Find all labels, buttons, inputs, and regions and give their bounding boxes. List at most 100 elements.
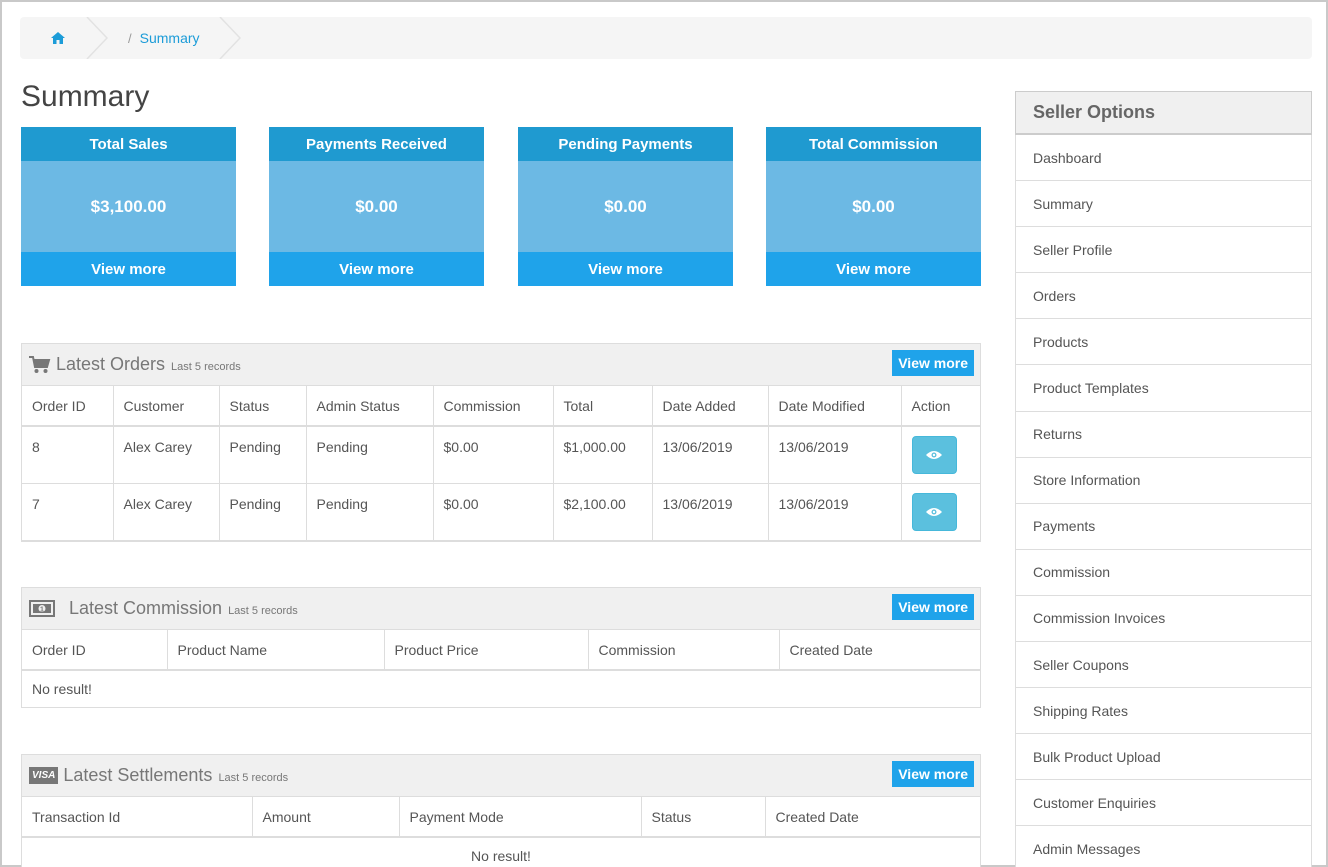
sidebar-item-returns[interactable]: Returns — [1015, 411, 1312, 458]
table-row: 8 Alex Carey Pending Pending $0.00 $1,00… — [22, 426, 980, 484]
cell-date-added: 13/06/2019 — [652, 426, 769, 484]
stat-view-more-link[interactable]: View more — [21, 252, 236, 286]
latest-settlements-panel: VISA Latest Settlements Last 5 records V… — [21, 754, 981, 867]
column-header: Product Name — [167, 630, 385, 671]
column-header: Amount — [252, 797, 400, 838]
sidebar-item-summary[interactable]: Summary — [1015, 181, 1312, 228]
stat-title: Pending Payments — [518, 127, 733, 161]
stat-payments-received: Payments Received $0.00 View more — [269, 127, 484, 286]
breadcrumb-divider — [219, 17, 241, 59]
eye-icon — [926, 451, 942, 459]
column-header: Status — [219, 386, 307, 427]
panel-title: Latest Orders — [56, 354, 166, 374]
stat-pending-payments: Pending Payments $0.00 View more — [518, 127, 733, 286]
cell-action — [901, 426, 980, 484]
cart-icon — [29, 355, 51, 373]
breadcrumb-separator: / — [128, 30, 132, 46]
column-header: Admin Status — [306, 386, 434, 427]
cell-customer: Alex Carey — [113, 426, 220, 484]
orders-view-more-button[interactable]: View more — [892, 350, 974, 376]
column-header: Product Price — [384, 630, 589, 671]
view-order-button[interactable] — [911, 492, 957, 531]
column-header: Created Date — [779, 630, 980, 671]
stat-title: Total Sales — [21, 127, 236, 161]
sidebar-item-seller-coupons[interactable]: Seller Coupons — [1015, 642, 1312, 689]
money-icon: 1 — [29, 600, 55, 617]
column-header: Created Date — [765, 797, 980, 838]
visa-icon: VISA — [29, 767, 59, 784]
empty-message: No result! — [32, 681, 92, 697]
column-header: Commission — [588, 630, 780, 671]
column-header: Payment Mode — [399, 797, 642, 838]
sidebar-item-commission[interactable]: Commission — [1015, 549, 1312, 596]
cell-date-modified: 13/06/2019 — [768, 426, 902, 484]
panel-title: Latest Settlements — [63, 765, 213, 785]
orders-table: Order ID Customer Status Admin Status Co… — [22, 386, 980, 541]
cell-date-added: 13/06/2019 — [652, 483, 769, 541]
stat-view-more-link[interactable]: View more — [518, 252, 733, 286]
sidebar-item-product-templates[interactable]: Product Templates — [1015, 365, 1312, 412]
latest-orders-panel: Latest Orders Last 5 records View more O… — [21, 343, 981, 542]
cell-commission: $0.00 — [433, 426, 554, 484]
cell-admin-status: Pending — [306, 426, 434, 484]
sidebar-item-bulk-product-upload[interactable]: Bulk Product Upload — [1015, 734, 1312, 781]
sidebar-item-products[interactable]: Products — [1015, 319, 1312, 366]
panel-title: Latest Commission — [69, 598, 223, 618]
panel-subtitle: Last 5 records — [171, 360, 241, 373]
stat-title: Total Commission — [766, 127, 981, 161]
sidebar-title: Seller Options — [1015, 91, 1312, 135]
breadcrumb-summary-link[interactable]: Summary — [140, 30, 200, 46]
stat-view-more-link[interactable]: View more — [766, 252, 981, 286]
panel-header: Latest Orders Last 5 records View more — [22, 344, 980, 386]
column-header: Status — [641, 797, 766, 838]
view-order-button[interactable] — [911, 436, 957, 474]
breadcrumb-home[interactable] — [20, 17, 96, 59]
cell-total: $1,000.00 — [553, 426, 653, 484]
sidebar-item-orders[interactable]: Orders — [1015, 273, 1312, 320]
sidebar-item-seller-profile[interactable]: Seller Profile — [1015, 227, 1312, 274]
stat-value: $0.00 — [518, 161, 733, 252]
table-header-row: Transaction Id Amount Payment Mode Statu… — [22, 797, 980, 838]
cell-commission: $0.00 — [433, 483, 554, 541]
stat-value: $0.00 — [766, 161, 981, 252]
panel-header: 1 Latest Commission Last 5 records View … — [22, 588, 980, 630]
cell-total: $2,100.00 — [553, 483, 653, 541]
settlements-view-more-button[interactable]: View more — [892, 761, 974, 787]
column-header: Customer — [113, 386, 220, 427]
settlements-table: Transaction Id Amount Payment Mode Statu… — [22, 797, 980, 867]
breadcrumb-divider — [86, 17, 108, 59]
empty-message: No result! — [471, 848, 531, 864]
panel-subtitle: Last 5 records — [218, 771, 289, 784]
column-header: Commission — [433, 386, 554, 427]
stat-view-more-link[interactable]: View more — [269, 252, 484, 286]
stat-value: $3,100.00 — [21, 161, 236, 252]
cell-order-id: 8 — [22, 426, 114, 484]
commission-view-more-button[interactable]: View more — [892, 594, 974, 620]
column-header: Action — [901, 386, 980, 427]
sidebar-item-dashboard[interactable]: Dashboard — [1015, 135, 1312, 182]
sidebar-item-customer-enquiries[interactable]: Customer Enquiries — [1015, 780, 1312, 827]
cell-admin-status: Pending — [306, 483, 434, 541]
sidebar-item-payments[interactable]: Payments — [1015, 503, 1312, 550]
cell-action — [901, 483, 980, 541]
panel-subtitle: Last 5 records — [228, 604, 298, 617]
commission-table: Order ID Product Name Product Price Comm… — [22, 630, 980, 707]
panel-header: VISA Latest Settlements Last 5 records V… — [22, 755, 980, 797]
sidebar-item-store-information[interactable]: Store Information — [1015, 457, 1312, 504]
stat-value: $0.00 — [269, 161, 484, 252]
column-header: Order ID — [22, 386, 114, 427]
cell-date-modified: 13/06/2019 — [768, 483, 902, 541]
table-row: 7 Alex Carey Pending Pending $0.00 $2,10… — [22, 483, 980, 541]
sidebar-item-shipping-rates[interactable]: Shipping Rates — [1015, 688, 1312, 735]
sidebar-item-commission-invoices[interactable]: Commission Invoices — [1015, 595, 1312, 643]
table-row: No result! — [22, 837, 980, 867]
stat-total-sales: Total Sales $3,100.00 View more — [21, 127, 236, 286]
table-header-row: Order ID Product Name Product Price Comm… — [22, 630, 980, 671]
table-header-row: Order ID Customer Status Admin Status Co… — [22, 386, 980, 427]
column-header: Date Modified — [768, 386, 902, 427]
eye-icon — [926, 507, 942, 516]
seller-options-sidebar: Seller Options Dashboard Summary Seller … — [1015, 91, 1312, 867]
column-header: Order ID — [22, 630, 168, 671]
breadcrumb: / Summary — [20, 17, 1312, 59]
sidebar-item-admin-messages[interactable]: Admin Messages — [1015, 826, 1312, 867]
